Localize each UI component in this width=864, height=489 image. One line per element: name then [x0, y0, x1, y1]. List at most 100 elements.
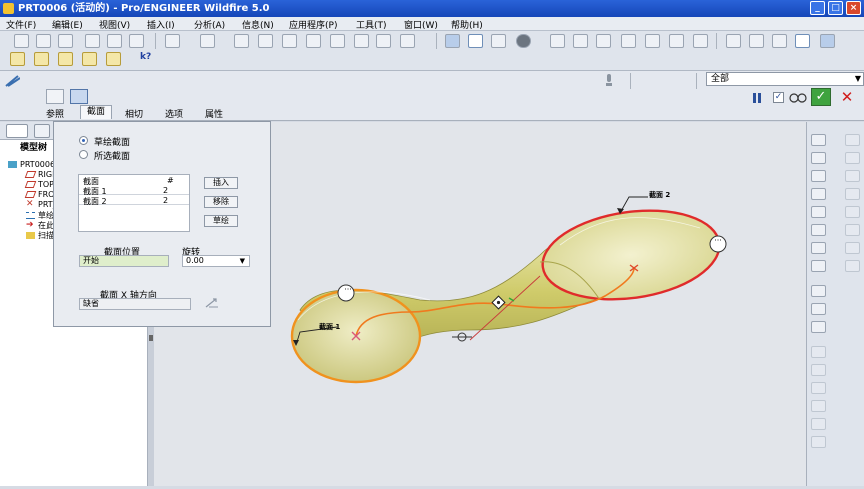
- datum-display-icon[interactable]: [445, 34, 460, 48]
- reorient-icon[interactable]: [621, 34, 636, 48]
- menu-file[interactable]: 文件(F): [6, 18, 36, 31]
- tab-options[interactable]: 选项: [165, 107, 183, 120]
- open-icon[interactable]: [36, 34, 51, 48]
- menu-info[interactable]: 信息(N): [242, 18, 274, 31]
- solid-option-icon[interactable]: [46, 89, 64, 104]
- table-row[interactable]: 截面 2 2: [79, 196, 189, 206]
- intersect-icon[interactable]: [811, 418, 826, 430]
- shading-icon[interactable]: [516, 34, 531, 48]
- sketch-button[interactable]: 草绘: [204, 215, 238, 227]
- model-tree-tab[interactable]: [6, 124, 28, 138]
- insert-button[interactable]: 插入: [204, 177, 238, 189]
- solidify-icon[interactable]: [811, 400, 826, 412]
- menu-help[interactable]: 帮助(H): [451, 18, 483, 31]
- thicken-tool-icon[interactable]: [811, 382, 826, 394]
- paste-special-icon[interactable]: [306, 34, 321, 48]
- new-icon[interactable]: [14, 34, 29, 48]
- tree-item-part[interactable]: PRT0006: [8, 160, 55, 169]
- flip-icon[interactable]: [156, 89, 174, 104]
- curve-icon[interactable]: [811, 188, 826, 200]
- close-button[interactable]: ×: [846, 1, 861, 15]
- menu-window[interactable]: 窗口(W): [404, 18, 438, 31]
- regenerate-icon[interactable]: [330, 34, 345, 48]
- plane-icon[interactable]: [811, 152, 826, 164]
- pause-icon[interactable]: [752, 92, 762, 104]
- hole-icon[interactable]: [845, 134, 860, 146]
- wireframe-icon[interactable]: [726, 34, 741, 48]
- shaded-icon[interactable]: [795, 34, 810, 48]
- zoom-out-icon[interactable]: [573, 34, 588, 48]
- zoom-in-icon[interactable]: [550, 34, 565, 48]
- tree-item-top[interactable]: TOP: [24, 180, 54, 189]
- select-box-icon[interactable]: [400, 34, 415, 48]
- xaxis-field[interactable]: 缺省: [79, 298, 191, 310]
- undo-icon[interactable]: [165, 34, 180, 48]
- regen-manager-icon[interactable]: [354, 34, 369, 48]
- datum-axis-icon[interactable]: [34, 52, 49, 66]
- datum-csys-icon[interactable]: [82, 52, 97, 66]
- remove-button[interactable]: 移除: [204, 196, 238, 208]
- ok-button[interactable]: ✓: [811, 88, 831, 106]
- axis-icon[interactable]: [811, 170, 826, 182]
- folder-browser-tab[interactable]: [34, 124, 50, 138]
- email-link-icon[interactable]: [129, 34, 144, 48]
- minimize-button[interactable]: _: [810, 1, 825, 15]
- menu-view[interactable]: 视图(V): [99, 18, 130, 31]
- thicken-icon[interactable]: [128, 89, 146, 104]
- sketch-tool-icon[interactable]: [811, 260, 826, 272]
- saved-views-icon[interactable]: [645, 34, 660, 48]
- maximize-button[interactable]: □: [828, 1, 843, 15]
- tab-tangency[interactable]: 相切: [125, 107, 143, 120]
- orient-icon[interactable]: [491, 34, 506, 48]
- merge-icon[interactable]: [811, 303, 826, 315]
- pattern-icon[interactable]: [811, 346, 826, 358]
- tab-properties[interactable]: 属性: [205, 107, 223, 120]
- model-tree-toggle-icon[interactable]: [820, 34, 835, 48]
- tab-sections[interactable]: 截面: [80, 105, 113, 119]
- menu-analysis[interactable]: 分析(A): [194, 18, 225, 31]
- spin-center-icon[interactable]: [468, 34, 483, 48]
- menu-tools[interactable]: 工具(T): [356, 18, 387, 31]
- copy-icon[interactable]: [258, 34, 273, 48]
- trim-icon[interactable]: [811, 321, 826, 333]
- draft-icon[interactable]: [845, 188, 860, 200]
- layers-icon[interactable]: [669, 34, 684, 48]
- project-icon[interactable]: [811, 436, 826, 448]
- table-row[interactable]: 截面 1 2: [79, 186, 189, 196]
- menu-applications[interactable]: 应用程序(P): [289, 18, 337, 31]
- offset-icon[interactable]: [811, 364, 826, 376]
- refit-icon[interactable]: [596, 34, 611, 48]
- point-icon[interactable]: [811, 206, 826, 218]
- preview-checkbox[interactable]: ✓: [773, 92, 784, 103]
- selected-sections-radio[interactable]: [79, 150, 88, 159]
- surface-option-icon[interactable]: [70, 89, 88, 104]
- mirror-icon[interactable]: [811, 285, 826, 297]
- save-icon[interactable]: [58, 34, 73, 48]
- no-hidden-icon[interactable]: [772, 34, 787, 48]
- analysis-icon[interactable]: [811, 242, 826, 254]
- sketch-plane-icon[interactable]: [10, 52, 25, 66]
- sketched-sections-radio[interactable]: [79, 136, 88, 145]
- menu-insert[interactable]: 插入(I): [147, 18, 175, 31]
- glasses-icon[interactable]: [789, 92, 807, 103]
- datum-plane-icon[interactable]: [811, 134, 826, 146]
- selection-filter[interactable]: 全部 ▼: [706, 72, 864, 86]
- tab-references[interactable]: 参照: [46, 107, 64, 120]
- chamfer-icon[interactable]: [845, 224, 860, 236]
- redo-icon[interactable]: [200, 34, 215, 48]
- menu-edit[interactable]: 编辑(E): [52, 18, 83, 31]
- remove-material-icon[interactable]: [100, 89, 118, 104]
- datum-point-icon[interactable]: [58, 52, 73, 66]
- extrude-icon[interactable]: [845, 242, 860, 254]
- sketch-icon[interactable]: [106, 52, 121, 66]
- find-icon[interactable]: [376, 34, 391, 48]
- print-icon[interactable]: [85, 34, 100, 48]
- cut-icon[interactable]: [234, 34, 249, 48]
- csys-icon[interactable]: [811, 224, 826, 236]
- location-field[interactable]: 开始: [79, 255, 169, 267]
- shell-icon[interactable]: [845, 152, 860, 164]
- view-manager-icon[interactable]: [693, 34, 708, 48]
- round-icon[interactable]: [845, 206, 860, 218]
- rib-icon[interactable]: [845, 170, 860, 182]
- email-icon[interactable]: [107, 34, 122, 48]
